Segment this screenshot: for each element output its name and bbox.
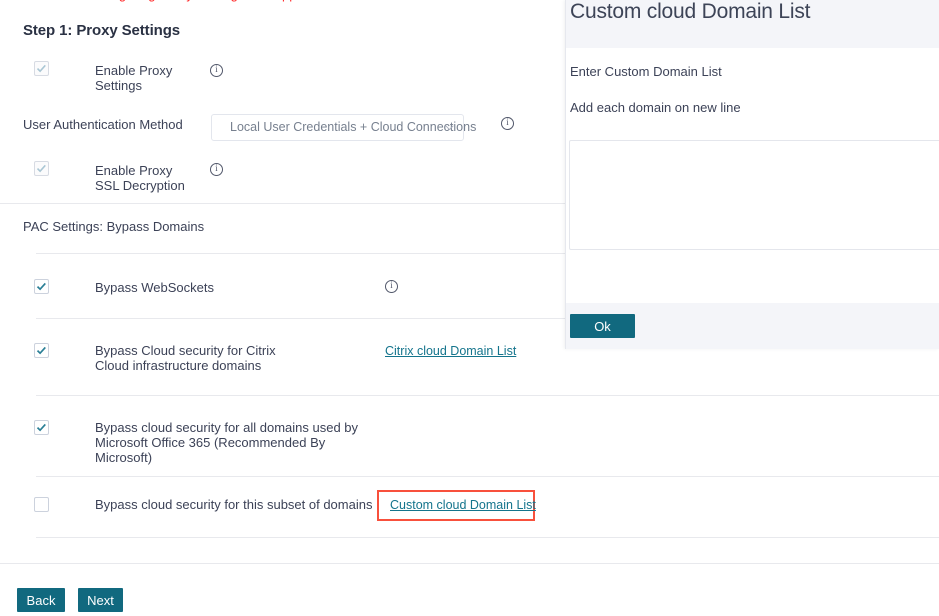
info-icon-user-authentication-method[interactable] <box>501 116 514 130</box>
page-title: Step 1: Proxy Settings <box>23 22 181 39</box>
check-icon <box>36 164 46 173</box>
screen: Configuring Proxy Settings and App Prote… <box>0 0 939 616</box>
checkbox-bypass-websockets[interactable] <box>34 279 49 294</box>
info-icon-enable-proxy-settings[interactable] <box>210 63 223 77</box>
label-bypass-custom-subset: Bypass cloud security for this subset of… <box>95 497 373 512</box>
dialog-header: Custom cloud Domain List <box>566 0 939 48</box>
dialog-instruction-primary: Enter Custom Domain List <box>570 64 722 79</box>
checkbox-bypass-office365[interactable] <box>34 420 49 435</box>
ok-button[interactable]: Ok <box>570 314 635 338</box>
section-label-pac-settings: PAC Settings: Bypass Domains <box>23 219 205 234</box>
dialog-footer: Ok <box>566 303 939 349</box>
select-user-authentication-method[interactable]: Local User Credentials + Cloud Connectio… <box>211 114 476 141</box>
divider-row-custom-bottom <box>36 537 939 538</box>
cut-off-warning-text: Configuring Proxy Settings and App Prote… <box>88 0 360 2</box>
select-value: Local User Credentials + Cloud Connectio… <box>230 120 477 134</box>
link-custom-cloud-domain-list[interactable]: Custom cloud Domain List <box>390 498 536 512</box>
dialog-instruction-secondary: Add each domain on new line <box>570 100 741 115</box>
divider-footer-top <box>0 563 939 564</box>
label-user-authentication-method: User Authentication Method <box>23 117 183 132</box>
check-icon <box>36 346 46 355</box>
label-bypass-office365: Bypass cloud security for all domains us… <box>95 420 359 465</box>
custom-cloud-domain-list-dialog: Custom cloud Domain List Enter Custom Do… <box>565 0 939 349</box>
dialog-body: Enter Custom Domain List Add each domain… <box>566 48 939 303</box>
domain-list-textarea[interactable] <box>569 140 939 250</box>
check-icon <box>36 282 46 291</box>
info-icon-enable-proxy-ssl-decryption[interactable] <box>210 162 223 176</box>
label-enable-proxy-settings: Enable Proxy Settings <box>95 63 173 93</box>
divider-row-office365-top <box>36 395 939 396</box>
dialog-title: Custom cloud Domain List <box>570 0 811 23</box>
divider-row-custom-top <box>36 476 939 477</box>
checkbox-bypass-custom-subset[interactable] <box>34 497 49 512</box>
chevron-down-icon <box>445 125 454 131</box>
check-icon <box>36 423 46 432</box>
label-bypass-websockets: Bypass WebSockets <box>95 280 214 295</box>
checkbox-bypass-citrix-cloud[interactable] <box>34 343 49 358</box>
next-button[interactable]: Next <box>78 588 123 612</box>
checkbox-enable-proxy-ssl-decryption[interactable] <box>34 161 49 176</box>
check-icon <box>36 64 46 73</box>
back-button[interactable]: Back <box>17 588 65 612</box>
info-icon-bypass-websockets[interactable] <box>385 279 398 293</box>
link-citrix-cloud-domain-list[interactable]: Citrix cloud Domain List <box>385 344 516 358</box>
checkbox-enable-proxy-settings[interactable] <box>34 61 49 76</box>
label-bypass-citrix-cloud: Bypass Cloud security for Citrix Cloud i… <box>95 343 276 373</box>
label-enable-proxy-ssl-decryption: Enable Proxy SSL Decryption <box>95 163 185 193</box>
